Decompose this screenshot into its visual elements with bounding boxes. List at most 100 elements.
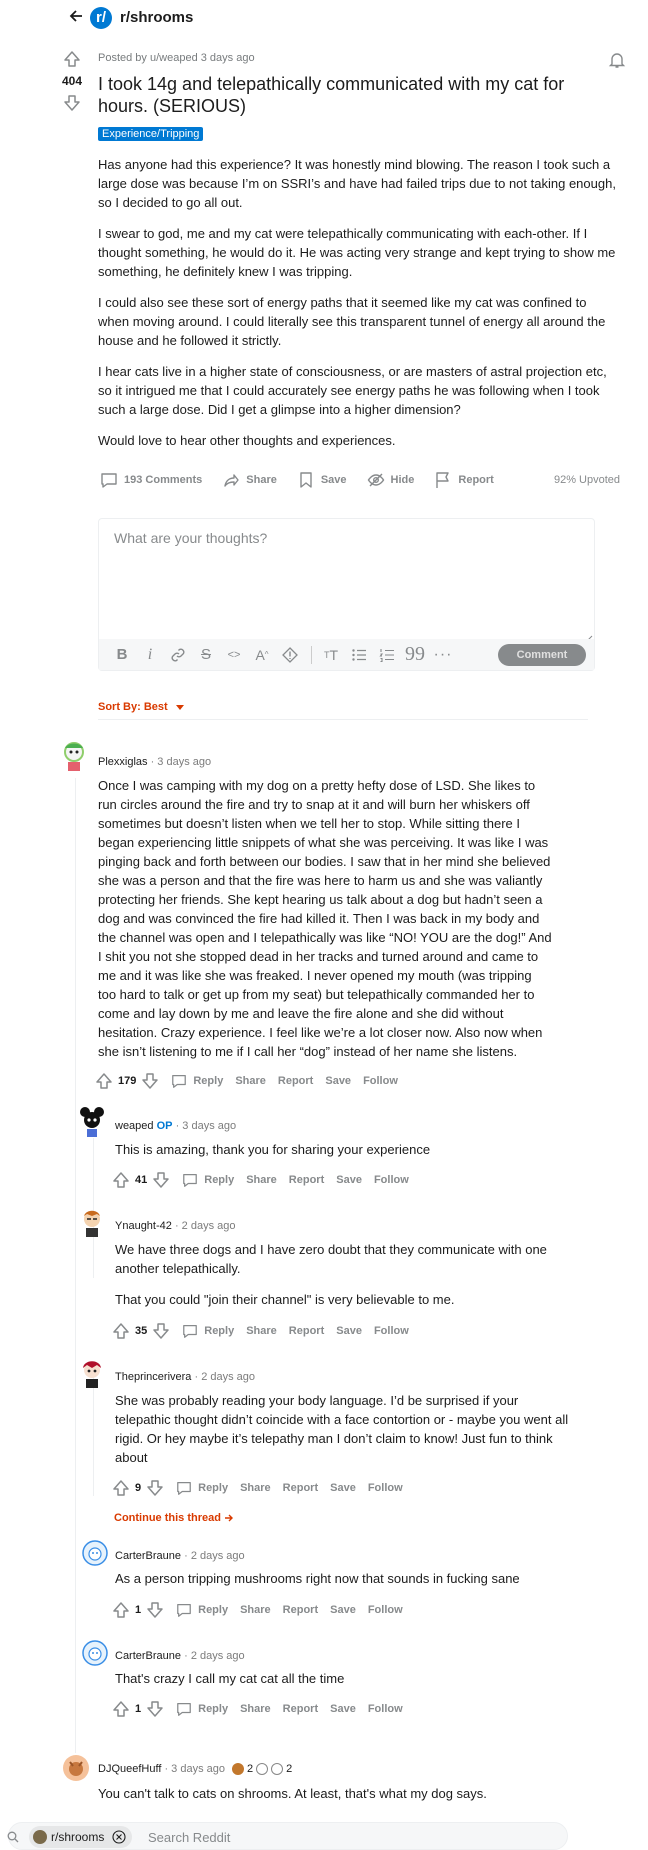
share-button[interactable]: Share [246,1325,277,1337]
save-button[interactable]: Save [330,1482,356,1494]
bold-icon[interactable]: B [109,645,135,665]
report-button[interactable]: Report [283,1604,318,1616]
share-button[interactable]: Share [222,471,277,489]
comment-paragraph: You can't talk to cats on shrooms. At le… [98,1786,487,1801]
link-icon[interactable] [165,645,191,665]
avatar[interactable] [62,1754,90,1786]
follow-button[interactable]: Follow [374,1325,409,1337]
close-icon[interactable] [112,1830,126,1844]
comment-paragraph: That you could "join their channel" is v… [115,1292,455,1307]
subreddit-name[interactable]: r/shrooms [120,9,193,26]
numbered-list-icon[interactable] [374,645,400,665]
share-button[interactable]: Share [240,1604,271,1616]
post-title[interactable]: I took 14g and telepathically communicat… [98,73,608,117]
bell-icon[interactable] [608,51,626,69]
upvote-icon[interactable] [112,1601,130,1619]
follow-button[interactable]: Follow [368,1604,403,1616]
downvote-icon[interactable] [146,1700,164,1718]
reply-button[interactable]: Reply [182,1172,234,1188]
avatar[interactable] [78,1357,106,1389]
report-button[interactable]: Report [283,1482,318,1494]
avatar[interactable] [82,1540,110,1572]
reply-button[interactable]: Reply [176,1480,228,1496]
save-button[interactable]: Save [330,1604,356,1616]
save-button[interactable]: Save [330,1703,356,1715]
back-arrow-icon[interactable] [68,8,84,24]
spoiler-icon[interactable] [277,645,303,665]
reply-button[interactable]: Reply [171,1073,223,1089]
continue-thread-link[interactable]: Continue this thread [114,1512,234,1524]
follow-button[interactable]: Follow [363,1075,398,1087]
author-name[interactable]: DJQueefHuff [98,1763,161,1775]
report-button[interactable]: Report [283,1703,318,1715]
save-button[interactable]: Save [336,1325,362,1337]
author-name[interactable]: weaped [115,1120,154,1132]
upvote-icon[interactable] [95,1072,113,1090]
follow-button[interactable]: Follow [374,1174,409,1186]
quote-icon[interactable]: 99 [402,643,428,665]
downvote-icon[interactable] [146,1601,164,1619]
avatar[interactable] [78,1106,106,1138]
comment-paragraph: That's crazy I call my cat cat all the t… [115,1671,345,1686]
avatar[interactable] [60,740,88,772]
comment-time: · 2 days ago [181,1650,245,1662]
author-name[interactable]: Plexxiglas [98,756,148,768]
upvote-icon[interactable] [63,50,81,68]
share-button[interactable]: Share [240,1703,271,1715]
share-button[interactable]: Share [246,1174,277,1186]
awards[interactable]: 2 2 [232,1763,292,1776]
report-button[interactable]: Report [289,1325,324,1337]
reply-button[interactable]: Reply [176,1602,228,1618]
downvote-icon[interactable] [63,94,81,112]
downvote-icon[interactable] [146,1479,164,1497]
sort-dropdown[interactable]: Sort By: Best [98,701,184,713]
comment-composer[interactable]: What are your thoughts? B i S <> A ^ TT 9… [98,518,595,671]
inline-code-icon[interactable]: <> [221,645,247,665]
comment-time: · 3 days ago [147,756,212,768]
downvote-icon[interactable] [141,1072,159,1090]
search-input[interactable]: r/shrooms Search Reddit [7,1822,568,1850]
comment-submit-button[interactable]: Comment [498,643,586,666]
follow-button[interactable]: Follow [368,1703,403,1715]
report-button[interactable]: Report [434,471,494,489]
upvote-icon[interactable] [112,1171,130,1189]
report-button[interactable]: Report [278,1075,313,1087]
superscript-icon[interactable]: A ^ [249,645,275,665]
share-button[interactable]: Share [240,1482,271,1494]
hide-button[interactable]: Hide [367,471,414,489]
comment-icon [176,1701,192,1717]
upvote-icon[interactable] [112,1700,130,1718]
author-name[interactable]: CarterBraune [115,1650,181,1662]
author-name[interactable]: Ynaught-42 [115,1220,172,1232]
save-button[interactable]: Save [297,471,347,489]
bulleted-list-icon[interactable] [346,645,372,665]
comment-author: weaped OP · 3 days ago [115,1120,236,1132]
avatar[interactable] [82,1640,110,1672]
report-button[interactable]: Report [289,1174,324,1186]
subreddit-logo[interactable]: r/ [90,7,112,29]
comments-button[interactable]: 193 Comments [100,471,202,489]
downvote-icon[interactable] [152,1171,170,1189]
comment-body: Once I was camping with my dog on a pret… [98,776,553,1061]
italic-icon[interactable]: i [137,645,163,665]
upvote-icon[interactable] [112,1479,130,1497]
save-button[interactable]: Save [325,1075,351,1087]
heading-icon[interactable]: TT [318,645,344,665]
comment-actions: 35 Reply Share Report Save Follow [112,1321,409,1341]
reply-button[interactable]: Reply [176,1701,228,1717]
subreddit-filter-chip[interactable]: r/shrooms [29,1826,133,1848]
author-name[interactable]: CarterBraune [115,1550,181,1562]
post-flair[interactable]: Experience/Tripping [98,127,204,141]
reply-button[interactable]: Reply [182,1323,234,1339]
more-icon[interactable]: ··· [430,645,456,665]
save-button[interactable]: Save [336,1174,362,1186]
comment-actions: 41 Reply Share Report Save Follow [112,1170,409,1190]
author-name[interactable]: Theprincerivera [115,1371,191,1383]
downvote-icon[interactable] [152,1322,170,1340]
share-button[interactable]: Share [235,1075,266,1087]
upvote-icon[interactable] [112,1322,130,1340]
comment-time: · 2 days ago [171,1220,236,1232]
avatar[interactable] [78,1206,106,1238]
strikethrough-icon[interactable]: S [193,645,219,665]
follow-button[interactable]: Follow [368,1482,403,1494]
